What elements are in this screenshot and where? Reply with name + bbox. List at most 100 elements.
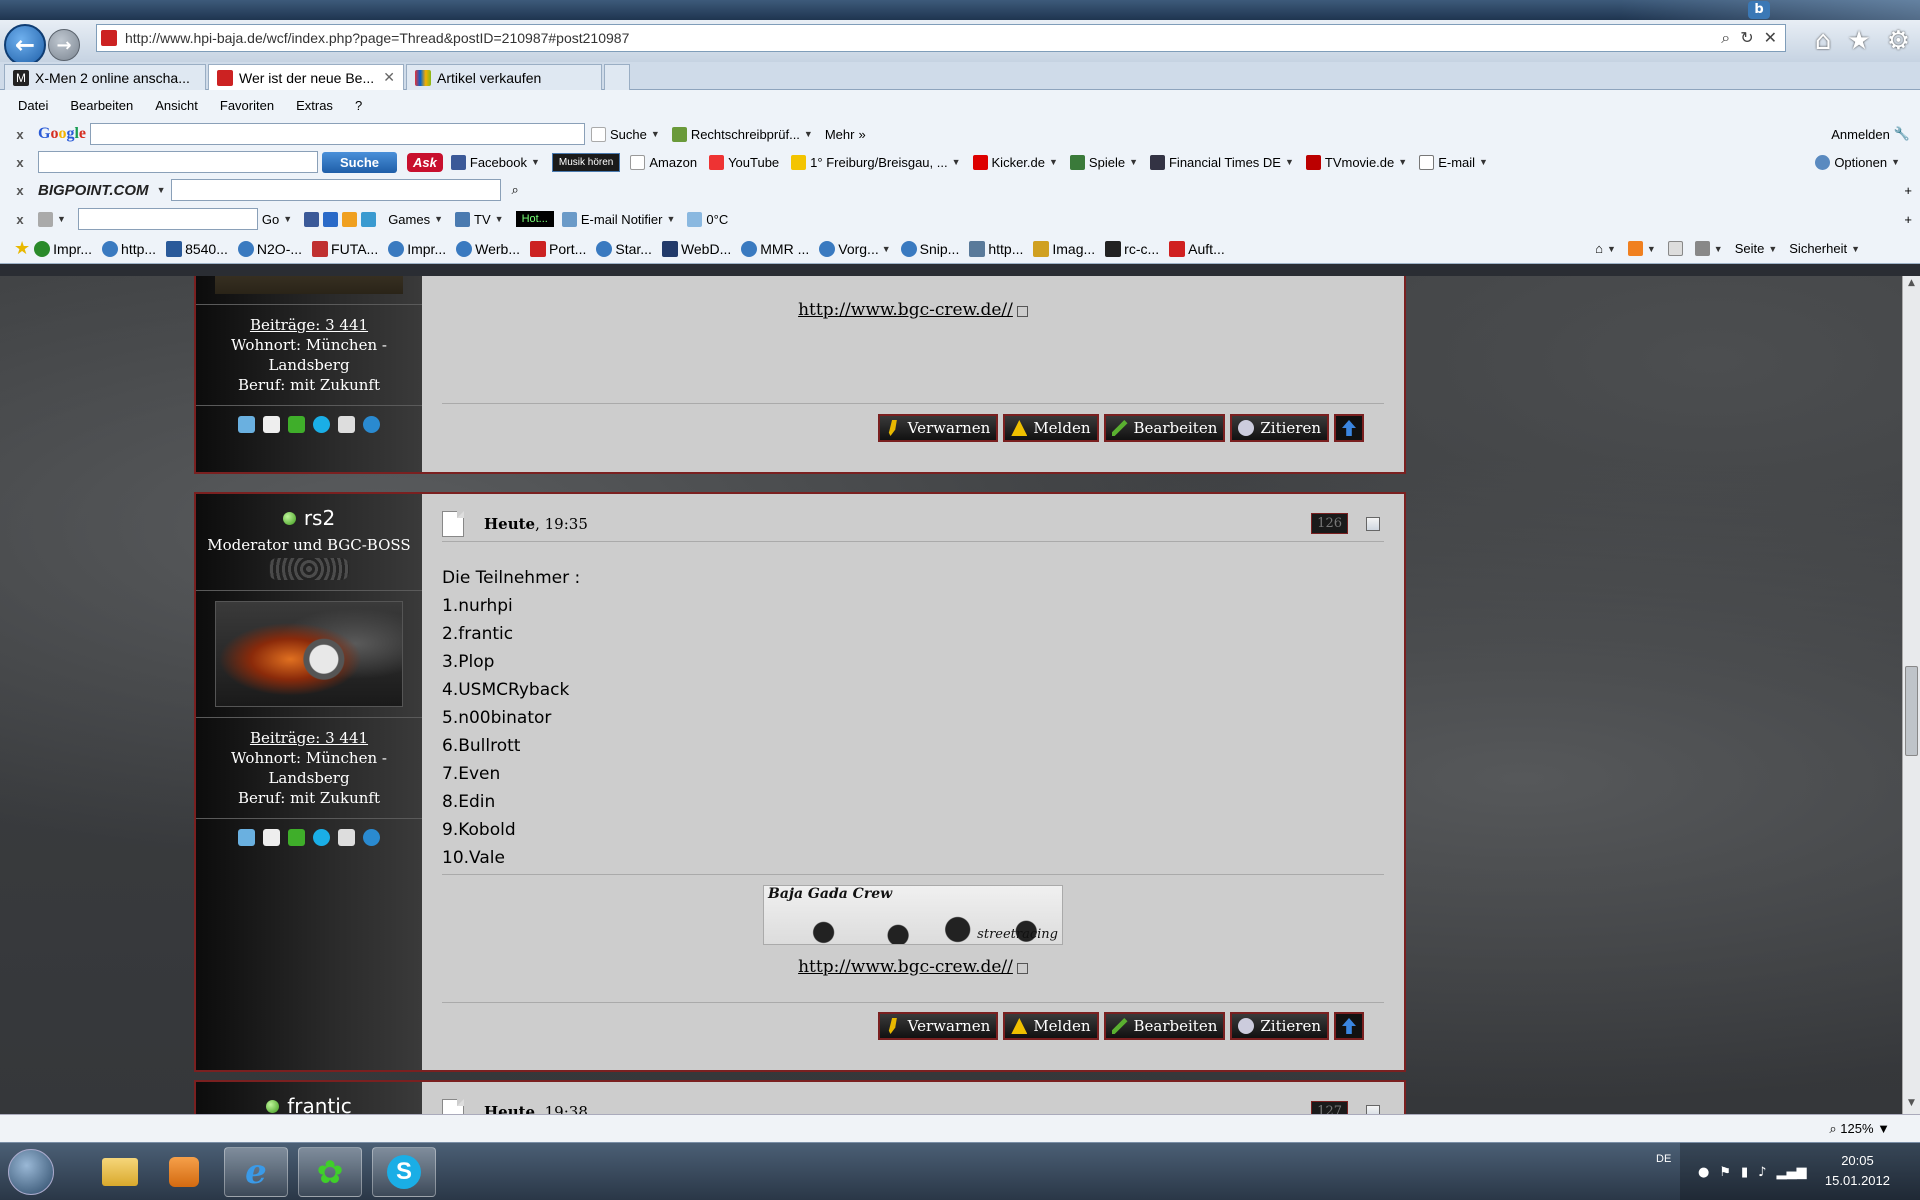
favorite-link[interactable]: Impr... xyxy=(388,240,446,257)
google-search-input[interactable] xyxy=(90,123,586,145)
rss-button[interactable]: ▼ xyxy=(1627,241,1656,256)
post-count-link[interactable]: Beiträge: 3 441 xyxy=(196,315,422,335)
stop-icon[interactable]: ✕ xyxy=(1764,28,1777,48)
email-button[interactable]: E-mail ▼ xyxy=(1419,154,1488,170)
signal-icon[interactable]: ▂▄▆ xyxy=(1776,1165,1806,1180)
skype-icon[interactable] xyxy=(313,829,330,846)
homepage-icon[interactable] xyxy=(238,829,255,846)
edit-button[interactable]: Bearbeiten xyxy=(1103,414,1226,442)
favorite-link[interactable]: Imag... xyxy=(1033,240,1095,257)
home-icon[interactable]: ⌂ xyxy=(1815,26,1832,56)
icq-icon[interactable] xyxy=(288,829,305,846)
favorite-link[interactable]: Vorg... ▼ xyxy=(819,240,891,257)
favorite-link[interactable]: Impr... xyxy=(34,240,92,257)
search-icon[interactable]: ⌕ xyxy=(511,182,518,198)
favorite-link[interactable]: Star... xyxy=(596,240,652,257)
tvmovie-button[interactable]: TVmovie.de ▼ xyxy=(1305,154,1407,170)
back-button[interactable]: ← xyxy=(4,24,46,66)
page-menu-button[interactable]: Seite ▼ xyxy=(1735,241,1778,256)
toolbar-tools-button[interactable]: ▼ xyxy=(38,211,66,227)
icq-icon[interactable] xyxy=(288,416,305,433)
edit-button[interactable]: Bearbeiten xyxy=(1103,1012,1226,1040)
menu-ansicht[interactable]: Ansicht xyxy=(155,98,198,113)
close-toolbar-icon[interactable]: x xyxy=(10,183,30,198)
username-link[interactable]: rs2 xyxy=(304,506,335,530)
warn-button[interactable]: Verwarnen xyxy=(877,1012,999,1040)
url-text[interactable]: http://www.hpi-baja.de/wcf/index.php?pag… xyxy=(125,30,1721,46)
amazon-button[interactable]: Amazon xyxy=(630,154,697,170)
signin-button[interactable]: Anmelden 🔧 xyxy=(1831,126,1910,142)
signature-link[interactable]: http://www.bgc-crew.de// xyxy=(798,957,1013,977)
ask-logo-button[interactable]: Ask xyxy=(407,152,443,172)
weather-widget[interactable]: 0°C xyxy=(687,211,728,227)
network-shield-icon[interactable]: ● xyxy=(1698,1165,1709,1180)
signature-link[interactable]: http://www.bgc-crew.de// xyxy=(798,300,1013,320)
more-button[interactable]: Mehr» xyxy=(825,127,866,142)
clock[interactable]: 20:05 15.01.2012 xyxy=(1825,1151,1890,1191)
tools-gear-icon[interactable]: ⚙ xyxy=(1887,26,1910,56)
tv-button[interactable]: TV ▼ xyxy=(455,211,504,227)
user-avatar[interactable] xyxy=(215,601,403,707)
menu-bearbeiten[interactable]: Bearbeiten xyxy=(70,98,133,113)
language-indicator[interactable]: DE xyxy=(1656,1153,1671,1165)
security-menu-button[interactable]: Sicherheit ▼ xyxy=(1789,241,1860,256)
post-select-checkbox[interactable] xyxy=(1366,516,1380,531)
google-search-button[interactable]: Suche ▼ xyxy=(591,126,660,142)
start-button[interactable] xyxy=(8,1149,54,1195)
post-count-link[interactable]: Beiträge: 3 441 xyxy=(196,728,422,748)
bigpoint-search-input[interactable] xyxy=(171,179,502,201)
post-number-link[interactable]: 127 xyxy=(1311,1101,1348,1114)
ie-taskbar-button[interactable]: e xyxy=(224,1147,288,1197)
ask-search-button[interactable]: Suche xyxy=(322,151,398,173)
radio-hot-player[interactable]: Hot... xyxy=(515,211,554,227)
weather-button[interactable]: 1° Freiburg/Breisgau, ... ▼ xyxy=(791,154,961,170)
tab-ebay[interactable]: Artikel verkaufen xyxy=(406,64,602,90)
profile-card-icon[interactable] xyxy=(263,416,280,433)
scrollbar-thumb[interactable] xyxy=(1905,666,1918,756)
favorites-star-icon[interactable]: ★ xyxy=(14,238,30,259)
email-icon[interactable] xyxy=(338,416,355,433)
spiele-button[interactable]: Spiele ▼ xyxy=(1069,154,1138,170)
vertical-scrollbar[interactable]: ▲ ▼ xyxy=(1902,276,1920,1114)
add-icon[interactable]: + xyxy=(1904,212,1912,227)
close-toolbar-icon[interactable]: x xyxy=(10,155,30,170)
report-button[interactable]: Melden xyxy=(1003,1012,1099,1040)
close-toolbar-icon[interactable]: x xyxy=(10,127,30,142)
menu-datei[interactable]: Datei xyxy=(18,98,48,113)
social-icons[interactable] xyxy=(304,211,377,227)
scroll-down-arrow-icon[interactable]: ▼ xyxy=(1905,1098,1918,1112)
mail-button[interactable] xyxy=(1667,241,1683,256)
scroll-up-arrow-icon[interactable]: ▲ xyxy=(1905,278,1918,292)
scroll-top-button[interactable] xyxy=(1334,414,1364,442)
menu-extras[interactable]: Extras xyxy=(296,98,333,113)
menu-help[interactable]: ? xyxy=(355,98,362,113)
bigpoint-logo[interactable]: BIGPOINT.COM xyxy=(38,182,149,199)
refresh-icon[interactable]: ↻ xyxy=(1740,28,1753,48)
favorite-link[interactable]: N2O-... xyxy=(237,240,302,257)
explorer-taskbar-button[interactable] xyxy=(88,1147,152,1197)
globe-icon[interactable] xyxy=(363,416,380,433)
ft-button[interactable]: Financial Times DE ▼ xyxy=(1149,154,1294,170)
volume-icon[interactable]: ♪ xyxy=(1758,1165,1766,1180)
homepage-icon[interactable] xyxy=(238,416,255,433)
profile-card-icon[interactable] xyxy=(263,829,280,846)
post-select-checkbox[interactable] xyxy=(1366,1104,1380,1114)
scroll-top-button[interactable] xyxy=(1334,1012,1364,1040)
forward-button[interactable]: → xyxy=(48,29,80,61)
favorite-link[interactable]: 8540... xyxy=(166,240,228,257)
favorite-link[interactable]: rc-c... xyxy=(1105,240,1159,257)
flag-icon[interactable]: ⚑ xyxy=(1719,1165,1731,1180)
quote-button[interactable]: Zitieren xyxy=(1230,414,1329,442)
favorite-link[interactable]: FUTA... xyxy=(312,240,378,257)
skype-taskbar-button[interactable]: S xyxy=(372,1147,436,1197)
zoom-level[interactable]: ⌕ 125% ▼ xyxy=(1829,1121,1890,1137)
bing-icon[interactable]: b xyxy=(1748,1,1770,19)
favorite-link[interactable]: Snip... xyxy=(900,240,959,257)
options-button[interactable]: Optionen ▼ xyxy=(1815,154,1900,170)
favorites-star-icon[interactable]: ★ xyxy=(1847,26,1870,56)
games-button[interactable]: Games ▼ xyxy=(388,212,443,227)
favorite-link[interactable]: Auft... xyxy=(1169,240,1225,257)
misc-search-input[interactable] xyxy=(77,208,258,230)
email-icon[interactable] xyxy=(338,829,355,846)
home-page-button[interactable]: ⌂ ▼ xyxy=(1595,241,1616,256)
